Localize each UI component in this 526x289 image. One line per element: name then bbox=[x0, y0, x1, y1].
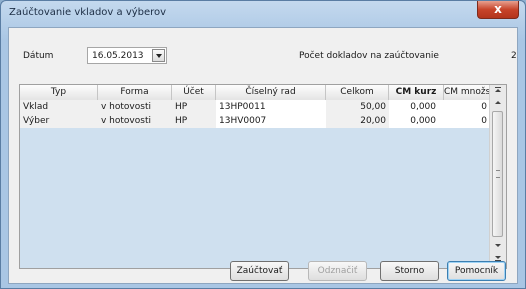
close-button[interactable]: x bbox=[477, 1, 519, 19]
cell-account: HP bbox=[172, 114, 216, 128]
date-dropdown-icon[interactable] bbox=[152, 49, 165, 62]
cell-type: Vklad bbox=[20, 100, 98, 114]
cell-cm-quantity[interactable]: 0 bbox=[444, 114, 490, 128]
post-button[interactable]: Zaúčtovať bbox=[230, 261, 289, 281]
cell-total: 50,00 bbox=[326, 100, 389, 114]
column-header-total[interactable]: Celkom bbox=[326, 85, 389, 100]
cell-series[interactable]: 13HV0007 bbox=[216, 114, 326, 128]
date-picker[interactable]: 16.05.2013 bbox=[87, 47, 167, 64]
scroll-up-icon[interactable] bbox=[490, 98, 506, 110]
table-row[interactable]: Výber v hotovosti HP 13HV0007 20,00 0,00… bbox=[20, 114, 490, 128]
help-button[interactable]: Pomocník bbox=[447, 261, 506, 281]
cell-cm-rate[interactable]: 0,000 bbox=[389, 100, 444, 114]
scroll-down-icon[interactable] bbox=[490, 242, 506, 254]
column-header-account[interactable]: Účet bbox=[172, 85, 216, 100]
table-row[interactable]: Vklad v hotovosti HP 13HP0011 50,00 0,00… bbox=[20, 100, 490, 114]
scroll-thumb[interactable] bbox=[492, 111, 503, 237]
vertical-scrollbar[interactable] bbox=[489, 85, 506, 268]
grip-icon bbox=[496, 170, 500, 178]
grid-header: Typ Forma Účet Číselný rad Celkom CM kur… bbox=[20, 85, 490, 101]
date-label: Dátum bbox=[23, 51, 54, 61]
count-value: 2 bbox=[511, 51, 517, 61]
window-title: Zaúčtovanie vkladov a výberov bbox=[9, 7, 167, 18]
documents-grid[interactable]: Typ Forma Účet Číselný rad Celkom CM kur… bbox=[19, 84, 507, 269]
column-header-series[interactable]: Číselný rad bbox=[216, 85, 326, 100]
cell-form: v hotovosti bbox=[98, 114, 172, 128]
cell-type: Výber bbox=[20, 114, 98, 128]
column-header-cm-quantity[interactable]: CM množstvo bbox=[444, 85, 490, 100]
scroll-top-icon[interactable] bbox=[490, 86, 506, 98]
cell-cm-quantity[interactable]: 0 bbox=[444, 100, 490, 114]
column-header-cm-rate[interactable]: CM kurz bbox=[389, 85, 444, 100]
cell-total: 20,00 bbox=[326, 114, 389, 128]
cancel-button[interactable]: Storno bbox=[380, 261, 439, 281]
date-value[interactable]: 16.05.2013 bbox=[92, 51, 144, 61]
count-label: Počet dokladov na zaúčtovanie bbox=[299, 51, 439, 61]
unmark-button[interactable]: Odznačiť bbox=[308, 261, 367, 281]
cell-cm-rate[interactable]: 0,000 bbox=[389, 114, 444, 128]
dialog-window: Zaúčtovanie vkladov a výberov x Dátum 16… bbox=[0, 0, 526, 289]
cell-account: HP bbox=[172, 100, 216, 114]
close-icon: x bbox=[494, 2, 502, 16]
title-bar[interactable]: Zaúčtovanie vkladov a výberov x bbox=[1, 1, 525, 27]
column-header-type[interactable]: Typ bbox=[20, 85, 98, 100]
dialog-body: Dátum 16.05.2013 Počet dokladov na zaúčt… bbox=[8, 27, 518, 284]
cell-form: v hotovosti bbox=[98, 100, 172, 114]
column-header-form[interactable]: Forma bbox=[98, 85, 172, 100]
cell-series[interactable]: 13HP0011 bbox=[216, 100, 326, 114]
